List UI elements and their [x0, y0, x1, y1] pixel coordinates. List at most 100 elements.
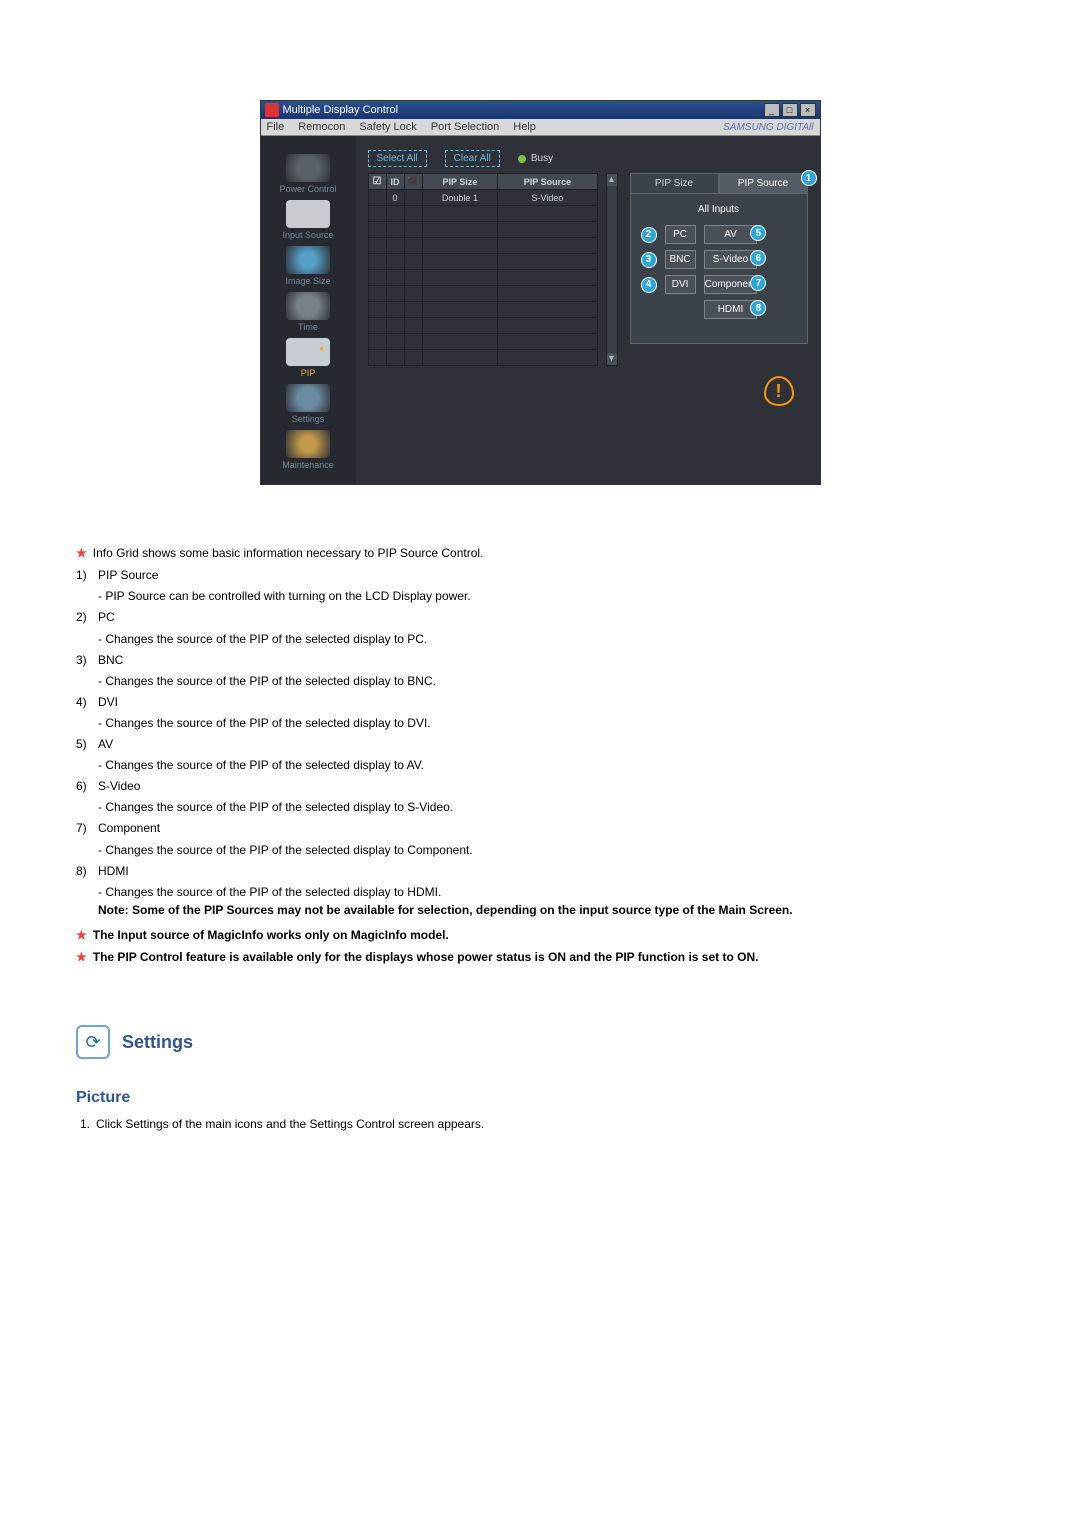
- col-check[interactable]: ☑: [368, 174, 386, 190]
- list-num: 1): [76, 567, 98, 583]
- list-num: 2): [76, 609, 98, 625]
- sidebar-item-input[interactable]: Input Source: [261, 200, 356, 240]
- table-row[interactable]: [368, 318, 597, 334]
- close-button[interactable]: ×: [800, 103, 816, 117]
- minimize-button[interactable]: _: [764, 103, 780, 117]
- source-av-label: AV: [724, 229, 737, 240]
- table-row[interactable]: [368, 222, 597, 238]
- sidebar-label-pip: PIP: [261, 368, 356, 378]
- picture-step-num: 1.: [80, 1117, 90, 1131]
- sidebar-label-maint: Maintenance: [261, 460, 356, 470]
- row-pip-source: S-Video: [498, 190, 597, 206]
- panel-title-all-inputs: All Inputs: [641, 204, 797, 215]
- doc-note: Note: Some of the PIP Sources may not be…: [98, 903, 1004, 917]
- item-8-desc: - Changes the source of the PIP of the s…: [98, 885, 1004, 899]
- item-5-desc: - Changes the source of the PIP of the s…: [98, 758, 1004, 772]
- list-num: 6): [76, 778, 98, 794]
- busy-label: Busy: [531, 153, 553, 164]
- source-svideo-button[interactable]: S-Video 6: [704, 250, 758, 269]
- tab-pip-source[interactable]: PIP Source 1: [719, 173, 808, 194]
- callout-6: 6: [750, 250, 766, 266]
- callout-5: 5: [750, 225, 766, 241]
- image-size-icon: [286, 246, 330, 274]
- menubar: File Remocon Safety Lock Port Selection …: [261, 119, 820, 136]
- source-bnc-button[interactable]: BNC: [665, 250, 696, 269]
- col-id[interactable]: ID: [386, 174, 404, 190]
- brand-label: SAMSUNG DIGITAll: [723, 122, 813, 133]
- item-7-title: Component: [98, 820, 160, 836]
- item-5-title: AV: [98, 736, 113, 752]
- source-hdmi-label: HDMI: [718, 304, 744, 315]
- sidebar-item-maintenance[interactable]: Maintenance: [261, 430, 356, 470]
- warning-icon: !: [764, 376, 794, 406]
- item-6-desc: - Changes the source of the PIP of the s…: [98, 800, 1004, 814]
- time-icon: [286, 292, 330, 320]
- tab-pip-source-label: PIP Source: [738, 178, 788, 189]
- callout-1: 1: [801, 170, 817, 186]
- list-num: 8): [76, 863, 98, 879]
- item-3-desc: - Changes the source of the PIP of the s…: [98, 674, 1004, 688]
- item-3-title: BNC: [98, 652, 123, 668]
- col-pip-source[interactable]: PIP Source: [498, 174, 597, 190]
- item-8-title: HDMI: [98, 863, 129, 879]
- sidebar-item-power[interactable]: Power Control: [261, 154, 356, 194]
- source-component-button[interactable]: Component 7: [704, 275, 758, 294]
- app-window: Multiple Display Control _ □ × File Remo…: [260, 100, 821, 485]
- window-title: Multiple Display Control: [283, 104, 399, 116]
- scroll-down-icon[interactable]: ▼: [607, 353, 617, 365]
- table-row[interactable]: [368, 302, 597, 318]
- source-av-button[interactable]: AV 5: [704, 225, 758, 244]
- sidebar-item-settings[interactable]: Settings: [261, 384, 356, 424]
- table-row[interactable]: [368, 334, 597, 350]
- sidebar-label-power: Power Control: [261, 184, 356, 194]
- doc-intro: Info Grid shows some basic information n…: [93, 545, 484, 561]
- pip-icon: [286, 338, 330, 366]
- sidebar-item-time[interactable]: Time: [261, 292, 356, 332]
- table-row[interactable]: [368, 270, 597, 286]
- sidebar-label-input: Input Source: [261, 230, 356, 240]
- table-row[interactable]: [368, 254, 597, 270]
- sidebar-item-pip[interactable]: PIP: [261, 338, 356, 378]
- maximize-button[interactable]: □: [782, 103, 798, 117]
- item-4-desc: - Changes the source of the PIP of the s…: [98, 716, 1004, 730]
- col-status[interactable]: ⬛: [404, 174, 422, 190]
- power-icon: [286, 154, 330, 182]
- star-icon: ★: [76, 545, 87, 561]
- table-row[interactable]: [368, 206, 597, 222]
- picture-heading: Picture: [76, 1089, 1004, 1107]
- table-row[interactable]: 0 Double 1 S-Video: [368, 190, 597, 206]
- info-grid: ☑ ID ⬛ PIP Size PIP Source 0 Double 1: [368, 173, 598, 366]
- row-id: 0: [386, 190, 404, 206]
- sidebar-label-image: Image Size: [261, 276, 356, 286]
- source-hdmi-button[interactable]: HDMI 8: [704, 300, 758, 319]
- source-pc-button[interactable]: PC: [665, 225, 696, 244]
- item-7-desc: - Changes the source of the PIP of the s…: [98, 843, 1004, 857]
- doc-bold-2: The PIP Control feature is available onl…: [93, 949, 759, 965]
- scroll-up-icon[interactable]: ▲: [607, 174, 617, 186]
- col-pip-size[interactable]: PIP Size: [422, 174, 498, 190]
- tab-pip-size[interactable]: PIP Size: [630, 173, 719, 194]
- item-4-title: DVI: [98, 694, 118, 710]
- clear-all-button[interactable]: Clear All: [445, 150, 500, 167]
- list-num: 3): [76, 652, 98, 668]
- menu-port-selection[interactable]: Port Selection: [431, 121, 499, 133]
- menu-help[interactable]: Help: [513, 121, 536, 133]
- callout-7: 7: [750, 275, 766, 291]
- sidebar-item-image[interactable]: Image Size: [261, 246, 356, 286]
- menu-file[interactable]: File: [267, 121, 285, 133]
- item-1-title: PIP Source: [98, 567, 158, 583]
- table-row[interactable]: [368, 286, 597, 302]
- sidebar-label-time: Time: [261, 322, 356, 332]
- menu-remocon[interactable]: Remocon: [298, 121, 345, 133]
- select-all-button[interactable]: Select All: [368, 150, 427, 167]
- menu-safety-lock[interactable]: Safety Lock: [359, 121, 416, 133]
- callout-4: 4: [641, 277, 657, 293]
- settings-icon: [286, 384, 330, 412]
- table-row[interactable]: [368, 350, 597, 366]
- grid-scrollbar[interactable]: ▲ ▼: [606, 173, 618, 366]
- busy-dot-icon: [518, 155, 526, 163]
- source-dvi-button[interactable]: DVI: [665, 275, 696, 294]
- table-row[interactable]: [368, 238, 597, 254]
- star-icon: ★: [76, 949, 87, 965]
- input-source-icon: [286, 200, 330, 228]
